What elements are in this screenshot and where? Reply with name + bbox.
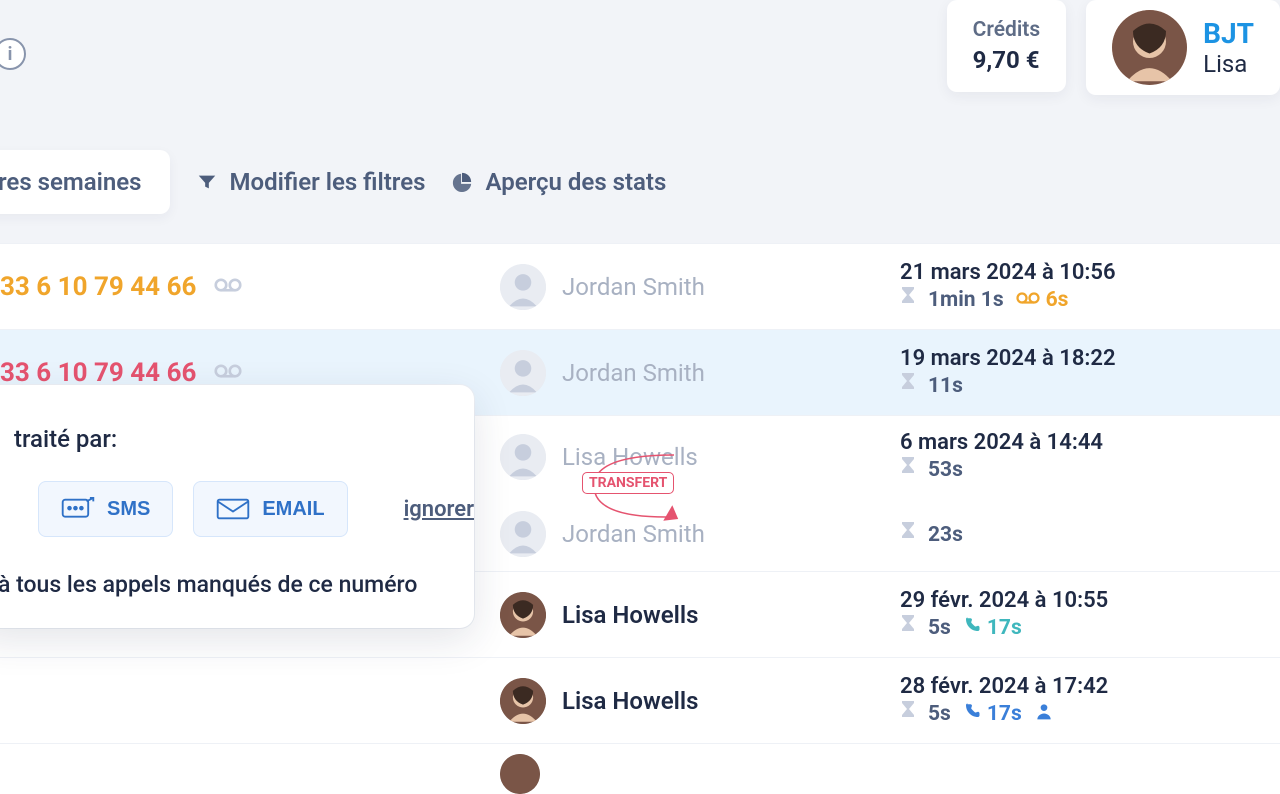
call-duration: 17s: [987, 702, 1022, 726]
credits-label: Crédits: [973, 18, 1041, 42]
agent-cell: Lisa Howells: [500, 434, 900, 480]
wait-duration: 5s: [928, 702, 951, 726]
popup-actions: SMS EMAIL ignorer: [0, 481, 450, 537]
filter-label: Modifier les filtres: [230, 168, 426, 196]
ignore-link[interactable]: ignorer: [404, 497, 474, 522]
agent-cell: Jordan Smith: [500, 264, 900, 310]
avatar: [500, 350, 546, 396]
wait-duration: 5s: [928, 616, 951, 640]
call-date: 21 mars 2024 à 10:56: [900, 260, 1260, 285]
wait-duration: 11s: [928, 374, 963, 398]
wait-duration: 23s: [928, 523, 963, 547]
call-meta: 6 mars 2024 à 14:44 53s: [900, 430, 1280, 483]
call-row[interactable]: 33 6 10 79 44 66 Jordan Smith 21 mars 20…: [0, 243, 1280, 329]
sms-label: SMS: [107, 498, 150, 521]
period-pill[interactable]: res semaines: [0, 150, 170, 214]
call-meta: 29 févr. 2024 à 10:55 5s 17s: [900, 588, 1280, 641]
call-row[interactable]: [0, 743, 1280, 794]
avatar: [500, 511, 546, 557]
agent-name: Jordan Smith: [562, 359, 705, 387]
agent-name: Lisa Howells: [562, 601, 698, 629]
hourglass-icon: [900, 615, 916, 641]
call-date: 19 mars 2024 à 18:22: [900, 346, 1260, 371]
user-card[interactable]: BJT Lisa: [1086, 0, 1280, 95]
pie-chart-icon: [451, 171, 473, 193]
hourglass-icon: [900, 522, 916, 548]
sms-icon: [61, 496, 95, 522]
voicemail-icon: [214, 358, 242, 388]
wait-duration: 1min 1s: [928, 288, 1004, 312]
agent-name: Jordan Smith: [562, 273, 705, 301]
person-icon: [1034, 701, 1054, 727]
avatar: [500, 754, 540, 794]
header-cards: Crédits 9,70 € BJT Lisa: [947, 0, 1280, 95]
agent-cell: Jordan Smith: [500, 511, 900, 557]
handle-popup: traité par: SMS EMAIL ignorer à tous les…: [0, 385, 474, 628]
voicemail-duration: 6s: [1046, 288, 1069, 312]
avatar: [500, 264, 546, 310]
phone-number: 33 6 10 79 44 66: [0, 272, 500, 302]
call-meta: 21 mars 2024 à 10:56 1min 1s 6s: [900, 260, 1280, 313]
avatar: [500, 434, 546, 480]
popup-title: traité par:: [0, 425, 450, 453]
hourglass-icon: [900, 287, 916, 313]
voicemail-icon: [1016, 288, 1040, 312]
filter-button[interactable]: Modifier les filtres: [196, 168, 426, 196]
agent-name: Jordan Smith: [562, 520, 705, 548]
phone-icon: [963, 616, 981, 640]
call-meta: 23s: [900, 520, 1280, 548]
agent-cell: Jordan Smith: [500, 350, 900, 396]
call-date: 29 févr. 2024 à 10:55: [900, 588, 1260, 613]
avatar: [1112, 10, 1187, 85]
hourglass-icon: [900, 457, 916, 483]
popup-note: à tous les appels manqués de ce numéro: [0, 571, 450, 598]
voicemail-icon: [214, 272, 242, 302]
stats-button[interactable]: Aperçu des stats: [451, 168, 666, 196]
toolbar: res semaines Modifier les filtres Aperçu…: [0, 150, 666, 214]
call-duration: 17s: [987, 616, 1022, 640]
call-meta: 19 mars 2024 à 18:22 11s: [900, 346, 1280, 399]
user-org: BJT: [1203, 17, 1254, 50]
phone-number: 33 6 10 79 44 66: [0, 358, 500, 388]
credits-card[interactable]: Crédits 9,70 €: [947, 0, 1067, 92]
agent-cell: Lisa Howells: [500, 592, 900, 638]
credits-value: 9,70 €: [973, 46, 1041, 74]
email-button[interactable]: EMAIL: [193, 481, 347, 537]
wait-duration: 53s: [928, 458, 963, 482]
hourglass-icon: [900, 701, 916, 727]
user-name: Lisa: [1203, 50, 1254, 78]
call-date: 28 févr. 2024 à 17:42: [900, 674, 1260, 699]
avatar: [500, 592, 546, 638]
email-icon: [216, 496, 250, 522]
info-icon[interactable]: i: [0, 38, 26, 70]
call-meta: 28 févr. 2024 à 17:42 5s 17s: [900, 674, 1280, 727]
sms-button[interactable]: SMS: [38, 481, 173, 537]
agent-cell: [500, 754, 900, 794]
call-date: 6 mars 2024 à 14:44: [900, 430, 1260, 455]
phone-icon: [963, 702, 981, 726]
avatar: [500, 678, 546, 724]
call-row[interactable]: Lisa Howells 28 févr. 2024 à 17:42 5s 17…: [0, 657, 1280, 743]
transfer-badge: TRANSFERT: [582, 472, 674, 494]
filter-icon: [196, 171, 218, 193]
agent-cell: Lisa Howells: [500, 678, 900, 724]
stats-label: Aperçu des stats: [485, 168, 666, 196]
email-label: EMAIL: [262, 498, 324, 521]
hourglass-icon: [900, 373, 916, 399]
agent-name: Lisa Howells: [562, 687, 698, 715]
